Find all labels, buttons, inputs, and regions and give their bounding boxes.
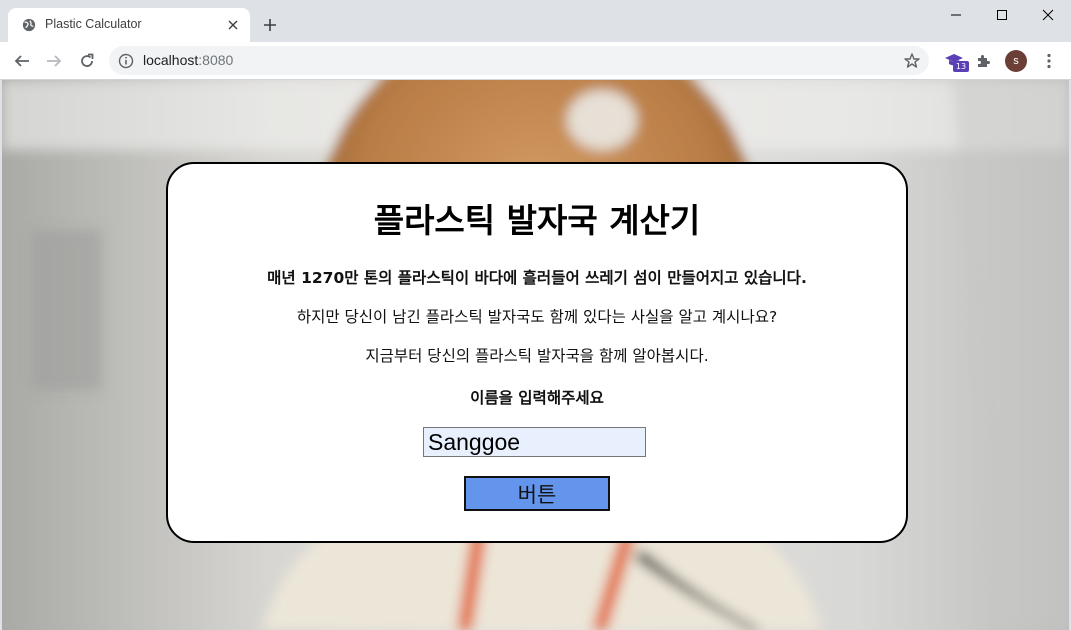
page-title: 플라스틱 발자국 계산기 (373, 201, 701, 240)
intro-fact: 매년 1270만 톤의 플라스틱이 바다에 흘러들어 쓰레기 섬이 만들어지고 … (267, 269, 807, 287)
star-icon[interactable] (903, 52, 921, 70)
intro-question: 하지만 당신이 남긴 플라스틱 발자국도 함께 있다는 사실을 알고 계시나요? (296, 308, 778, 326)
puzzle-icon[interactable] (971, 48, 997, 74)
address-bar[interactable]: localhost:8080 (109, 46, 929, 75)
name-input[interactable] (423, 427, 646, 457)
page-viewport: 플라스틱 발자국 계산기 매년 1270만 톤의 플라스틱이 바다에 흘러들어 … (2, 80, 1069, 630)
browser-toolbar: localhost:8080 13 (0, 42, 1071, 80)
back-icon[interactable] (9, 48, 35, 74)
url-text: localhost:8080 (143, 52, 233, 68)
tab-title: Plastic Calculator (45, 17, 142, 31)
forward-icon[interactable] (41, 48, 67, 74)
name-prompt-label: 이름을 입력해주세요 (470, 389, 604, 407)
minimize-icon[interactable] (933, 0, 979, 30)
reload-icon[interactable] (74, 48, 100, 74)
close-icon[interactable] (224, 16, 242, 34)
extension-badge: 13 (953, 61, 969, 72)
plus-icon[interactable] (259, 14, 281, 36)
profile-avatar[interactable]: s (1005, 50, 1027, 72)
intro-invite: 지금부터 당신의 플라스틱 발자국을 함께 알아봅시다. (365, 347, 709, 365)
submit-button[interactable]: 버튼 (464, 476, 610, 511)
maximize-icon[interactable] (979, 0, 1025, 30)
browser-tab[interactable]: Plastic Calculator (8, 8, 250, 42)
info-icon[interactable] (118, 53, 134, 69)
extension-graduation-cap-icon[interactable]: 13 (941, 48, 969, 74)
globe-icon (22, 18, 36, 32)
url-host: localhost (143, 52, 199, 68)
kebab-menu-icon[interactable] (1036, 48, 1062, 74)
tab-strip: Plastic Calculator (0, 0, 1071, 42)
url-port: :8080 (198, 52, 234, 68)
calculator-card: 플라스틱 발자국 계산기 매년 1270만 톤의 플라스틱이 바다에 흘러들어 … (166, 162, 908, 543)
window-close-icon[interactable] (1025, 0, 1071, 30)
